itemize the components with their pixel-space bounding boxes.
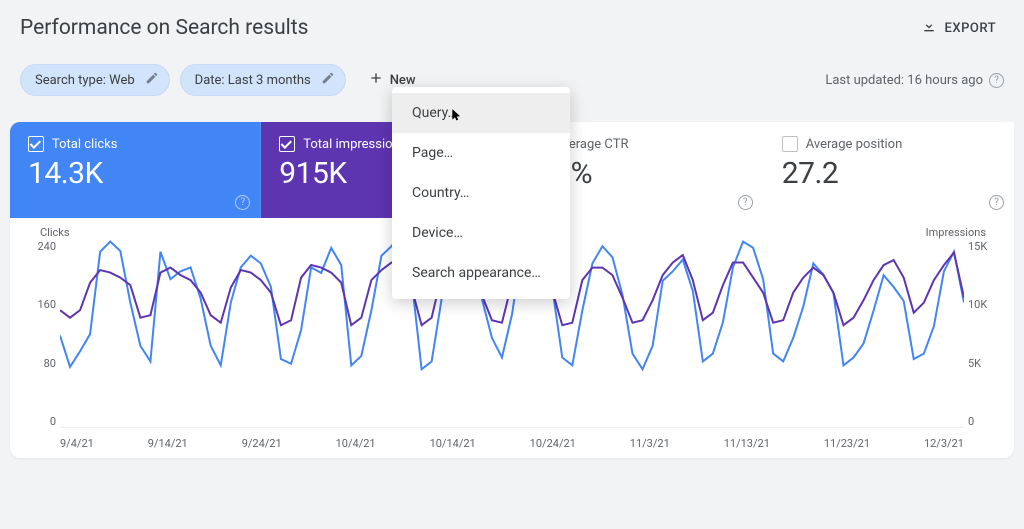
checkbox-icon — [782, 136, 798, 152]
filter-chip-label: Date: Last 3 months — [195, 73, 311, 88]
export-button[interactable]: EXPORT — [913, 14, 1004, 42]
help-icon[interactable]: ? — [235, 195, 250, 210]
x-axis: 9/4/219/14/219/24/2110/4/2110/14/2110/24… — [60, 437, 964, 450]
metric-average-position[interactable]: Average position 27.2 ? — [764, 122, 1014, 218]
dropdown-item-searchappearance[interactable]: Search appearance… — [392, 253, 570, 293]
filter-chip-date[interactable]: Date: Last 3 months — [180, 64, 346, 96]
help-icon[interactable]: ? — [738, 195, 753, 210]
dropdown-item-page[interactable]: Page… — [392, 133, 570, 173]
last-updated: Last updated: 16 hours ago ? — [825, 73, 1004, 88]
metric-label: Average position — [806, 137, 903, 152]
add-filter-label: New — [390, 73, 416, 88]
last-updated-text: Last updated: 16 hours ago — [825, 73, 983, 88]
metric-value: 27.2 — [782, 156, 996, 191]
pencil-icon — [145, 71, 159, 89]
dropdown-item-query[interactable]: Query… — [392, 93, 570, 133]
download-icon — [921, 18, 937, 38]
help-icon[interactable]: ? — [989, 195, 1004, 210]
page-header: Performance on Search results EXPORT — [0, 0, 1024, 56]
y-ticks-left: 240160800 — [26, 240, 56, 428]
y-axis-right-title: Impressions — [926, 226, 986, 239]
filter-chip-label: Search type: Web — [35, 73, 135, 88]
metric-value: 14.3K — [28, 156, 242, 191]
metric-label: Total impressions — [303, 137, 406, 152]
plus-icon — [368, 70, 384, 90]
page-title: Performance on Search results — [20, 16, 308, 40]
dropdown-item-country[interactable]: Country… — [392, 173, 570, 213]
y-axis-left-title: Clicks — [40, 226, 70, 239]
dropdown-item-device[interactable]: Device… — [392, 213, 570, 253]
help-icon[interactable]: ? — [989, 73, 1004, 88]
export-label: EXPORT — [945, 21, 996, 36]
checkbox-icon — [28, 136, 44, 152]
pencil-icon — [321, 71, 335, 89]
filter-chip-search-type[interactable]: Search type: Web — [20, 64, 170, 96]
y-ticks-right: 15K10K5K0 — [968, 240, 998, 428]
metric-label: Total clicks — [52, 137, 117, 152]
checkbox-icon — [279, 136, 295, 152]
new-filter-dropdown[interactable]: Query…Page…Country…Device…Search appeara… — [392, 87, 570, 299]
metric-total-clicks[interactable]: Total clicks 14.3K ? — [10, 122, 261, 218]
